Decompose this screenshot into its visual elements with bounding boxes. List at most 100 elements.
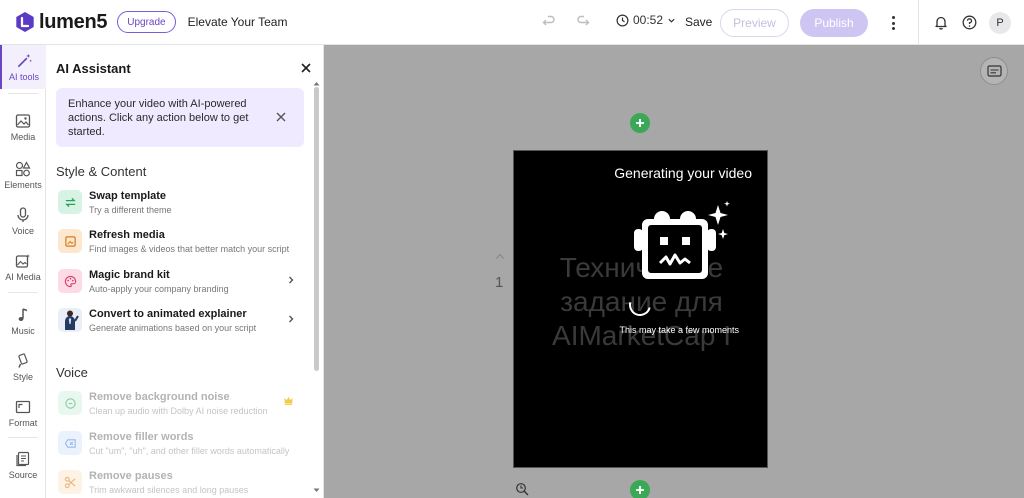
add-scene-button[interactable] xyxy=(630,480,650,498)
action-title: Refresh media xyxy=(89,229,165,241)
action-subtitle: Generate animations based on your script xyxy=(89,323,257,333)
rail-item-label: Source xyxy=(8,469,38,480)
generating-subtitle: This may take a few moments xyxy=(619,325,739,335)
scene-number: 1 xyxy=(495,274,504,291)
palette-icon xyxy=(58,269,82,293)
scissors-icon xyxy=(58,470,82,494)
duration-value: 00:52 xyxy=(633,13,664,27)
image-icon xyxy=(15,113,31,128)
panel-title: AI Assistant xyxy=(56,61,131,76)
swap-icon xyxy=(58,190,82,214)
rail-item-style[interactable]: Style xyxy=(0,345,46,389)
captions-button[interactable] xyxy=(980,57,1008,85)
section-heading: Style & Content xyxy=(56,164,147,179)
top-bar: lumen5 Upgrade Elevate Your Team 00:52 S… xyxy=(0,0,1024,45)
rail-item-ai-media[interactable]: AI Media xyxy=(0,245,46,289)
rail-item-media[interactable]: Media xyxy=(0,105,46,149)
refresh-media-icon xyxy=(58,229,82,253)
magic-wand-icon xyxy=(17,53,32,68)
premium-crown-icon xyxy=(284,396,293,405)
action-title: Remove background noise xyxy=(89,391,230,403)
rail-item-label: AI Media xyxy=(5,271,41,282)
rail-item-label: Music xyxy=(11,325,35,336)
action-convert-animated-explainer[interactable]: Convert to animated explainer Generate a… xyxy=(56,305,296,343)
rail-item-label: Elements xyxy=(4,179,42,190)
rail-item-source[interactable]: Source xyxy=(0,443,46,487)
ai-assistant-panel: AI Assistant Enhance your video with AI-… xyxy=(46,45,324,498)
upgrade-button[interactable]: Upgrade xyxy=(117,11,176,33)
intro-banner: Enhance your video with AI-powered actio… xyxy=(56,88,304,147)
action-subtitle: Cut "um", "uh", and other filler words a… xyxy=(89,446,290,456)
section-heading: Voice xyxy=(56,365,88,380)
action-title: Swap template xyxy=(89,190,167,202)
action-remove-background-noise[interactable]: Remove background noise Clean up audio w… xyxy=(56,388,296,426)
add-scene-button[interactable] xyxy=(630,113,650,133)
rail-item-voice[interactable]: Voice xyxy=(0,199,46,243)
clock-icon xyxy=(616,14,629,26)
scene-canvas: 1 Техническое задание для AIMarketCap I … xyxy=(324,45,1024,498)
rail-item-music[interactable]: Music xyxy=(0,299,46,343)
scroll-up-icon[interactable] xyxy=(313,81,320,86)
more-options-icon[interactable] xyxy=(886,14,900,32)
scene-preview[interactable]: Техническое задание для AIMarketCap I Ge… xyxy=(513,150,768,468)
bell-icon[interactable] xyxy=(934,15,948,30)
action-magic-brand-kit[interactable]: Magic brand kit Auto-apply your company … xyxy=(56,266,296,304)
intro-text: Enhance your video with AI-powered actio… xyxy=(68,98,249,138)
rail-item-ai-tools[interactable]: AI tools xyxy=(0,45,46,89)
redo-icon[interactable] xyxy=(575,14,591,30)
noise-reduction-icon xyxy=(58,391,82,415)
rail-item-label: Style xyxy=(12,371,33,382)
rail-item-label: Media xyxy=(10,131,36,142)
logo[interactable]: lumen5 xyxy=(14,10,108,34)
user-avatar[interactable]: P xyxy=(989,12,1011,34)
divider xyxy=(918,0,919,45)
action-subtitle: Find images & videos that better match y… xyxy=(89,244,290,254)
close-icon[interactable] xyxy=(275,111,287,123)
action-remove-pauses[interactable]: Remove pauses Trim awkward silences and … xyxy=(56,467,296,498)
divider xyxy=(8,437,38,438)
chevron-down-icon xyxy=(668,18,675,23)
action-subtitle: Trim awkward silences and long pauses xyxy=(89,485,249,495)
close-icon[interactable] xyxy=(300,62,312,74)
music-note-icon xyxy=(18,307,28,321)
rail-item-label: Format xyxy=(8,417,38,428)
logo-text: lumen5 xyxy=(39,10,108,33)
duration-dropdown[interactable]: 00:52 xyxy=(616,13,680,27)
undo-icon[interactable] xyxy=(541,14,557,30)
scroll-down-icon[interactable] xyxy=(313,488,320,493)
action-subtitle: Try a different theme xyxy=(89,205,172,215)
lumen5-logo-icon xyxy=(16,12,34,32)
panel-scrollbar[interactable] xyxy=(314,87,319,371)
help-icon[interactable] xyxy=(962,15,977,30)
chevron-right-icon xyxy=(289,315,294,323)
action-swap-template[interactable]: Swap template Try a different theme xyxy=(56,187,296,225)
shapes-icon xyxy=(15,160,31,176)
divider xyxy=(8,93,38,94)
action-subtitle: Auto-apply your company branding xyxy=(89,284,229,294)
action-remove-filler-words[interactable]: Remove filler words Cut "um", "uh", and … xyxy=(56,428,296,466)
preview-button[interactable]: Preview xyxy=(720,9,789,37)
divider xyxy=(8,292,38,293)
rail-item-label: Voice xyxy=(11,225,35,236)
action-title: Convert to animated explainer xyxy=(89,308,247,320)
action-refresh-media[interactable]: Refresh media Find images & videos that … xyxy=(56,226,296,264)
document-stack-icon xyxy=(16,451,30,466)
save-button[interactable]: Save xyxy=(685,15,712,29)
rail-item-elements[interactable]: Elements xyxy=(0,153,46,197)
rail-item-format[interactable]: Format xyxy=(0,391,46,435)
filler-words-icon xyxy=(58,431,82,455)
chevron-up-icon[interactable] xyxy=(495,252,505,260)
action-title: Remove filler words xyxy=(89,431,194,443)
generating-title: Generating your video xyxy=(614,165,752,181)
team-name[interactable]: Elevate Your Team xyxy=(188,15,288,29)
action-title: Remove pauses xyxy=(89,470,173,482)
rail-item-label: AI tools xyxy=(8,72,39,82)
publish-button[interactable]: Publish xyxy=(800,9,868,37)
robot-sparkle-icon xyxy=(634,201,730,279)
scene-settings-icon[interactable] xyxy=(515,482,529,496)
brush-icon xyxy=(18,352,28,368)
action-title: Magic brand kit xyxy=(89,269,170,281)
chevron-right-icon xyxy=(289,276,294,284)
plus-icon xyxy=(636,486,644,494)
tool-rail: AI tools Media Elements Voice AI Media M… xyxy=(0,45,46,498)
